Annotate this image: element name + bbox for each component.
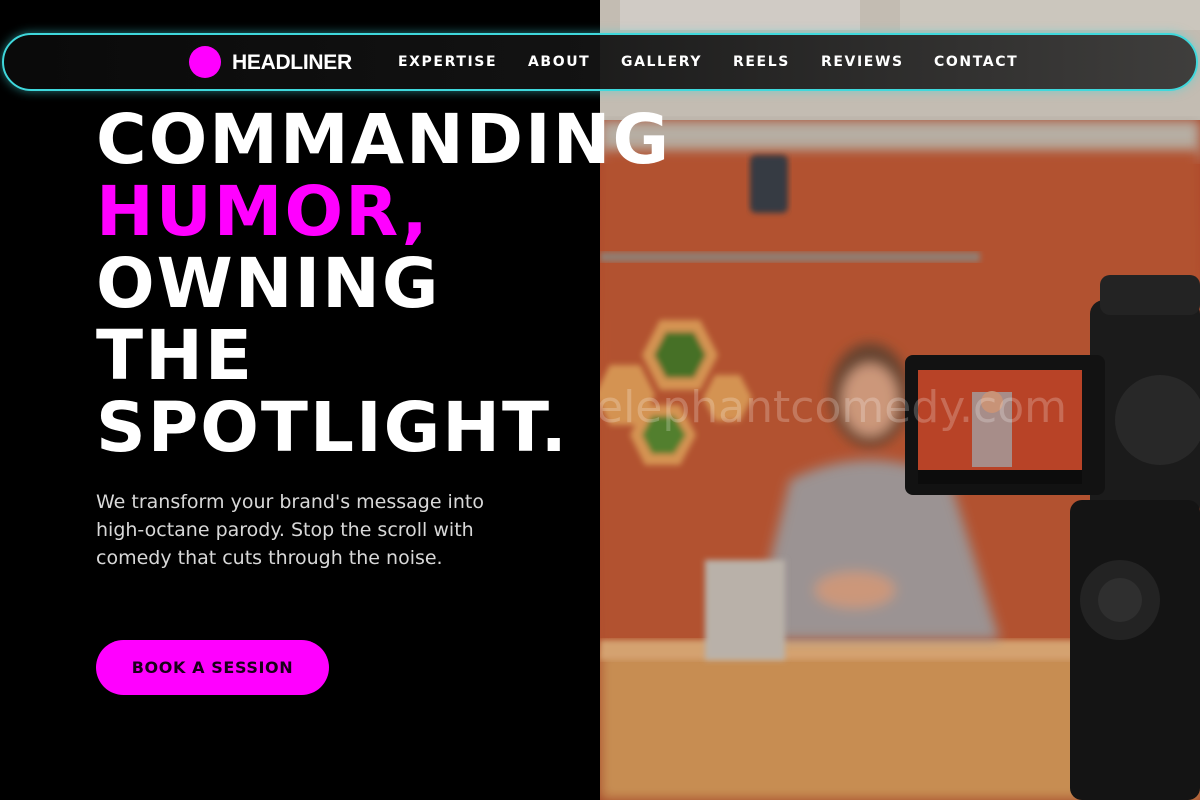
headline-line-5: SPOTLIGHT. xyxy=(96,388,569,468)
brand-name[interactable]: HEADLINER xyxy=(232,51,352,75)
nav-link-reels[interactable]: REELS xyxy=(733,54,790,70)
nav-link-contact[interactable]: CONTACT xyxy=(934,54,1018,70)
top-nav-bar: HEADLINER EXPERTISE ABOUT GALLERY REELS … xyxy=(2,33,1198,91)
hero-photo: elephantcomedy.com xyxy=(600,0,1200,800)
hero-headline: COMMANDING HUMOR, OWNING THE SPOTLIGHT. xyxy=(96,104,671,464)
nav-link-expertise[interactable]: EXPERTISE xyxy=(398,54,497,70)
headline-line-2-accent: HUMOR, xyxy=(96,172,430,252)
book-session-button[interactable]: BOOK A SESSION xyxy=(96,640,329,695)
headline-line-1: COMMANDING xyxy=(96,100,672,180)
nav-link-about[interactable]: ABOUT xyxy=(528,54,590,70)
nav-link-gallery[interactable]: GALLERY xyxy=(621,54,702,70)
headline-line-4: THE xyxy=(96,316,254,396)
nav-link-reviews[interactable]: REVIEWS xyxy=(821,54,904,70)
brand-logo-icon[interactable] xyxy=(189,46,221,78)
hero-subtext: We transform your brand's message into h… xyxy=(96,491,484,569)
headline-line-3: OWNING xyxy=(96,244,441,324)
